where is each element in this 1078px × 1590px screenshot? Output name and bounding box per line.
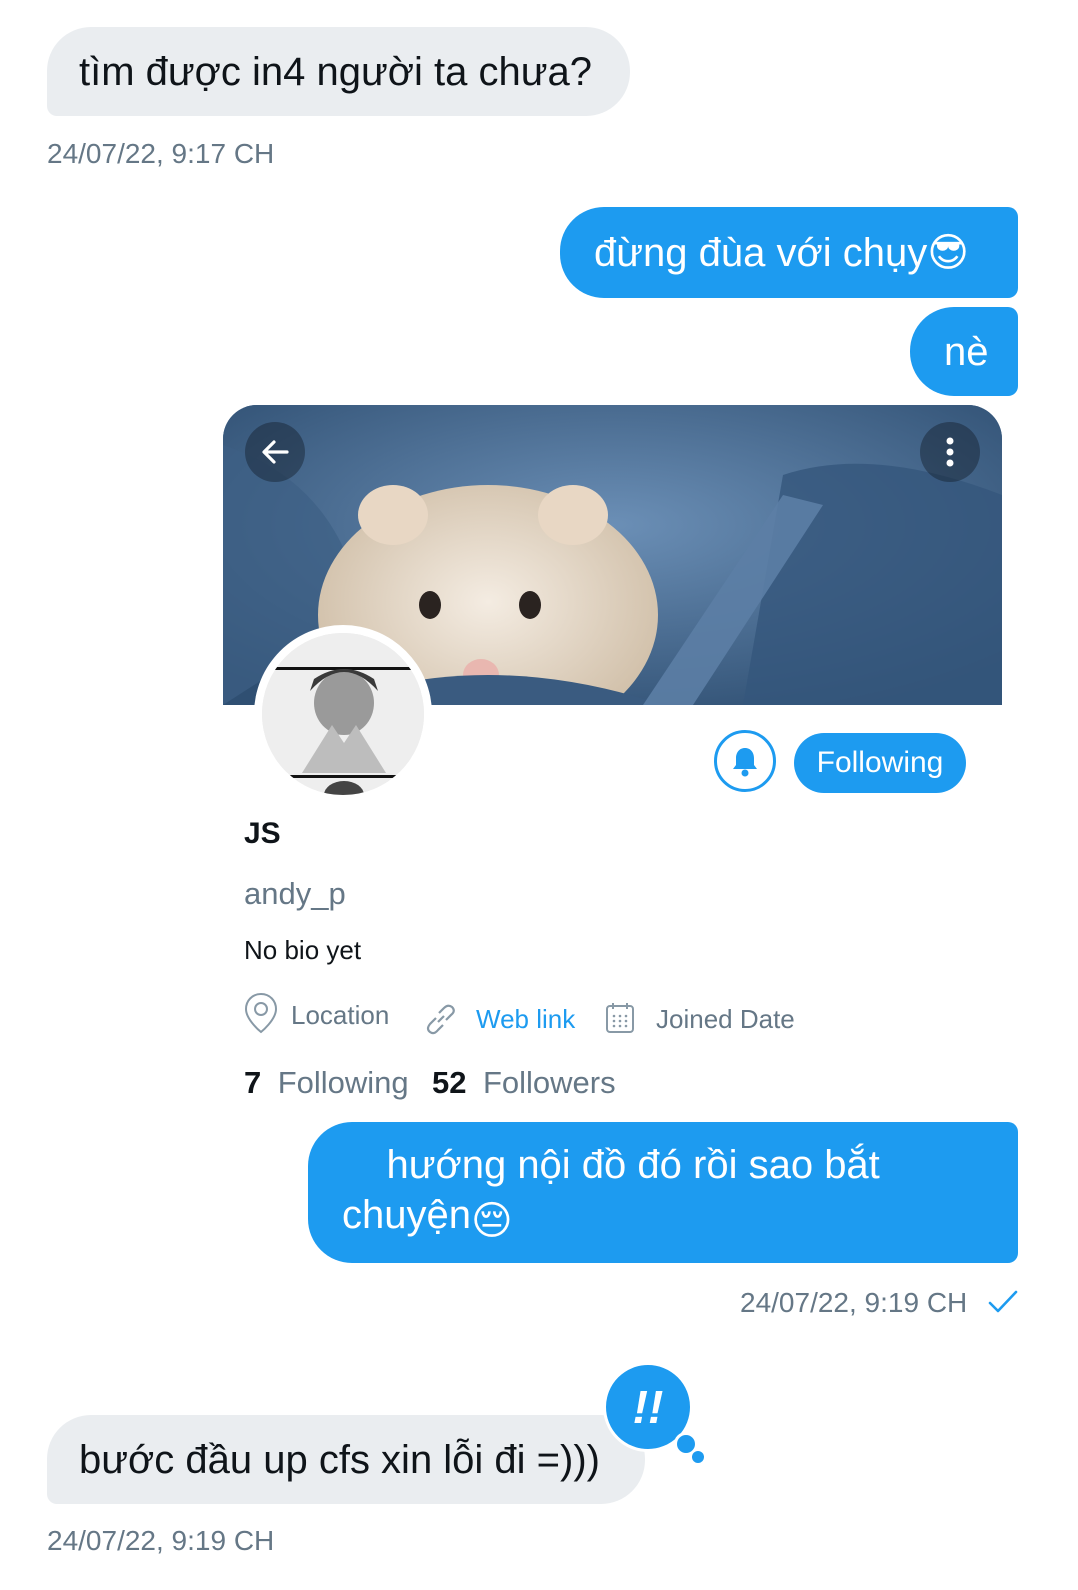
profile-handle: andy_p bbox=[244, 876, 346, 911]
calendar-icon bbox=[606, 1003, 634, 1033]
profile-joined-date: Joined Date bbox=[656, 1004, 795, 1034]
message-text: hướng nội đồ đó rồi sao bắt chuyện😔 bbox=[342, 1090, 988, 1296]
message-bubble-incoming[interactable]: tìm được in4 người ta chưa? bbox=[47, 27, 630, 116]
avatar-image bbox=[262, 633, 424, 795]
back-button[interactable] bbox=[245, 422, 305, 482]
message-bubble-outgoing[interactable]: đừng đùa với chụy 😎 bbox=[560, 207, 1018, 298]
profile-bio: No bio yet bbox=[244, 935, 362, 965]
message-bubble-outgoing[interactable]: hướng nội đồ đó rồi sao bắt chuyện😔 bbox=[308, 1122, 1018, 1263]
sunglasses-emoji-icon: 😎 bbox=[927, 230, 969, 275]
bell-icon bbox=[733, 748, 757, 777]
message-text: bước đầu up cfs xin lỗi đi =))) bbox=[79, 1437, 600, 1482]
avatar[interactable] bbox=[254, 625, 432, 803]
profile-location: Location bbox=[291, 1000, 390, 1030]
notifications-button[interactable] bbox=[714, 730, 776, 792]
more-options-button[interactable] bbox=[920, 422, 980, 482]
location-pin-icon bbox=[244, 992, 278, 1034]
message-timestamp: 24/07/22, 9:19 CH bbox=[740, 1287, 968, 1318]
message-text: đừng đùa với chụy bbox=[594, 230, 928, 275]
back-arrow-icon bbox=[262, 440, 289, 464]
pensive-emoji-icon: 😔 bbox=[470, 1198, 513, 1243]
profile-web-link[interactable]: Web link bbox=[476, 1004, 575, 1035]
check-icon bbox=[988, 1290, 1018, 1313]
following-count: 7 bbox=[244, 1065, 262, 1100]
profile-name: JS bbox=[244, 817, 281, 850]
message-text: nè bbox=[944, 329, 989, 374]
message-bubble-outgoing[interactable]: nè bbox=[910, 307, 1018, 396]
exclamation-icon: !! bbox=[632, 1381, 664, 1433]
more-vertical-icon bbox=[946, 437, 954, 467]
message-timestamp: 24/07/22, 9:19 CH bbox=[47, 1525, 275, 1556]
link-icon bbox=[426, 1004, 455, 1035]
message-timestamp: 24/07/22, 9:17 CH bbox=[47, 138, 275, 169]
message-text: tìm được in4 người ta chưa? bbox=[79, 49, 593, 94]
following-button[interactable]: Following bbox=[794, 733, 966, 793]
message-bubble-incoming[interactable]: bước đầu up cfs xin lỗi đi =))) bbox=[47, 1415, 645, 1504]
reaction-dot-small bbox=[692, 1451, 704, 1463]
